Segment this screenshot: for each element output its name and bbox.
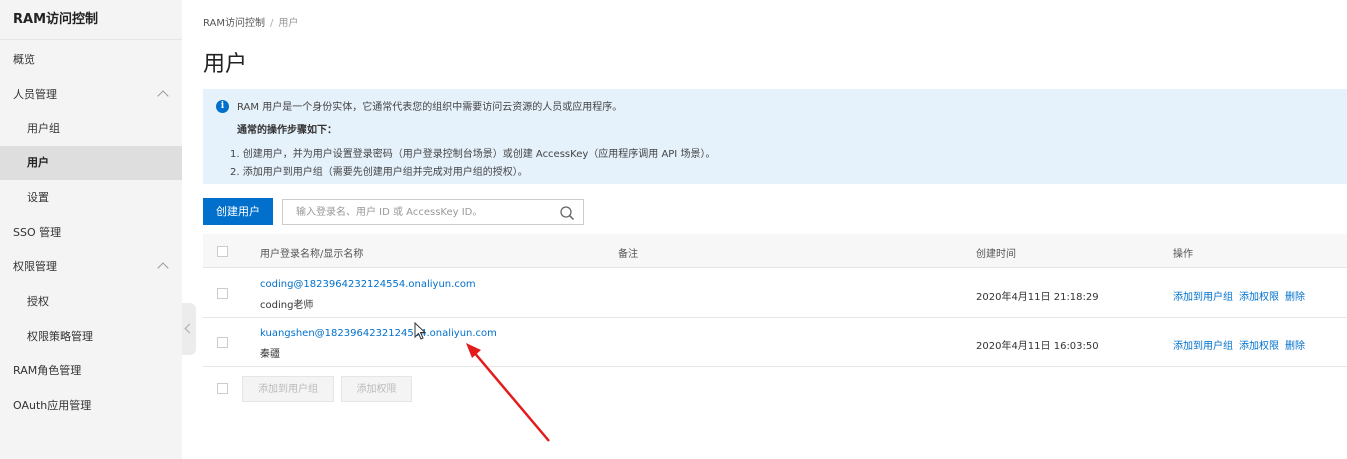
create-user-button[interactable]: 创建用户 [203, 198, 273, 225]
sidebar-item-user-groups[interactable]: 用户组 [0, 112, 182, 146]
user-login-link[interactable]: kuangshen@1823964232124554.onaliyun.com [260, 328, 497, 339]
delete-link[interactable]: 删除 [1285, 341, 1305, 352]
sidebar-title: RAM访问控制 [0, 0, 182, 40]
footer-select-all-checkbox[interactable] [217, 383, 228, 394]
sidebar: RAM访问控制 概览 人员管理 用户组 用户 设置 SSO 管理 权限管理 授权… [0, 0, 182, 459]
breadcrumb-separator: / [270, 18, 274, 29]
mouse-cursor-icon [414, 322, 427, 340]
sidebar-item-permission-management[interactable]: 权限管理 [0, 250, 182, 284]
column-header-actions: 操作 [1173, 249, 1193, 260]
info-step-1: 1. 创建用户，并为用户设置登录密码（用户登录控制台场景）或创建 AccessK… [230, 149, 716, 160]
column-header-note: 备注 [618, 249, 638, 260]
user-display-name: 秦疆 [260, 349, 280, 360]
sidebar-item-grants[interactable]: 授权 [0, 285, 182, 319]
created-time: 2020年4月11日 16:03:50 [976, 341, 1099, 352]
created-time: 2020年4月11日 21:18:29 [976, 292, 1099, 303]
breadcrumb: RAM访问控制 / 用户 [203, 14, 298, 29]
user-login-link[interactable]: coding@1823964232124554.onaliyun.com [260, 279, 476, 290]
breadcrumb-current: 用户 [278, 18, 299, 29]
row-checkbox[interactable] [217, 288, 228, 299]
sidebar-item-ram-roles[interactable]: RAM角色管理 [0, 354, 182, 388]
sidebar-item-overview[interactable]: 概览 [0, 43, 182, 77]
info-heading: 通常的操作步骤如下： [237, 125, 337, 136]
info-description: RAM 用户是一个身份实体，它通常代表您的组织中需要访问云资源的人员或应用程序。 [237, 102, 623, 113]
row-checkbox[interactable] [217, 337, 228, 348]
search-input[interactable] [283, 200, 543, 224]
table-row: kuangshen@1823964232124554.onaliyun.com … [203, 318, 1347, 367]
sidebar-collapse-toggle[interactable] [182, 303, 196, 355]
sidebar-item-label: 权限管理 [13, 260, 57, 273]
sidebar-item-settings[interactable]: 设置 [0, 181, 182, 215]
batch-add-to-group-button[interactable]: 添加到用户组 [242, 376, 334, 402]
chevron-up-icon [157, 262, 169, 274]
info-step-2: 2. 添加用户到用户组（需要先创建用户组并完成对用户组的授权）。 [230, 167, 528, 178]
sidebar-item-sso[interactable]: SSO 管理 [0, 216, 182, 250]
table-header: 用户登录名称/显示名称 备注 创建时间 操作 [203, 234, 1347, 268]
search-field [282, 199, 584, 225]
add-to-group-link[interactable]: 添加到用户组 [1173, 292, 1233, 303]
add-to-group-link[interactable]: 添加到用户组 [1173, 341, 1233, 352]
table-row: coding@1823964232124554.onaliyun.com cod… [203, 268, 1347, 318]
delete-link[interactable]: 删除 [1285, 292, 1305, 303]
sidebar-item-label: 人员管理 [13, 88, 57, 101]
column-header-user: 用户登录名称/显示名称 [260, 249, 364, 260]
breadcrumb-root[interactable]: RAM访问控制 [203, 18, 265, 29]
column-header-created: 创建时间 [976, 249, 1016, 260]
add-permission-link[interactable]: 添加权限 [1239, 341, 1279, 352]
chevron-up-icon [157, 90, 169, 102]
search-icon[interactable] [559, 205, 575, 221]
select-all-checkbox[interactable] [217, 246, 228, 257]
add-permission-link[interactable]: 添加权限 [1239, 292, 1279, 303]
row-actions: 添加到用户组 添加权限 删除 [1173, 288, 1311, 303]
info-banner: i RAM 用户是一个身份实体，它通常代表您的组织中需要访问云资源的人员或应用程… [203, 89, 1347, 184]
row-actions: 添加到用户组 添加权限 删除 [1173, 337, 1311, 352]
batch-add-permission-button[interactable]: 添加权限 [341, 376, 412, 402]
sidebar-item-people-management[interactable]: 人员管理 [0, 78, 182, 112]
sidebar-item-oauth[interactable]: OAuth应用管理 [0, 389, 182, 423]
sidebar-item-users[interactable]: 用户 [0, 146, 182, 180]
user-display-name: coding老师 [260, 300, 314, 311]
main-content: RAM访问控制 / 用户 用户 i RAM 用户是一个身份实体，它通常代表您的组织中… [203, 0, 1347, 459]
page-title: 用户 [203, 52, 248, 77]
sidebar-item-policies[interactable]: 权限策略管理 [0, 320, 182, 354]
info-icon: i [216, 100, 229, 113]
